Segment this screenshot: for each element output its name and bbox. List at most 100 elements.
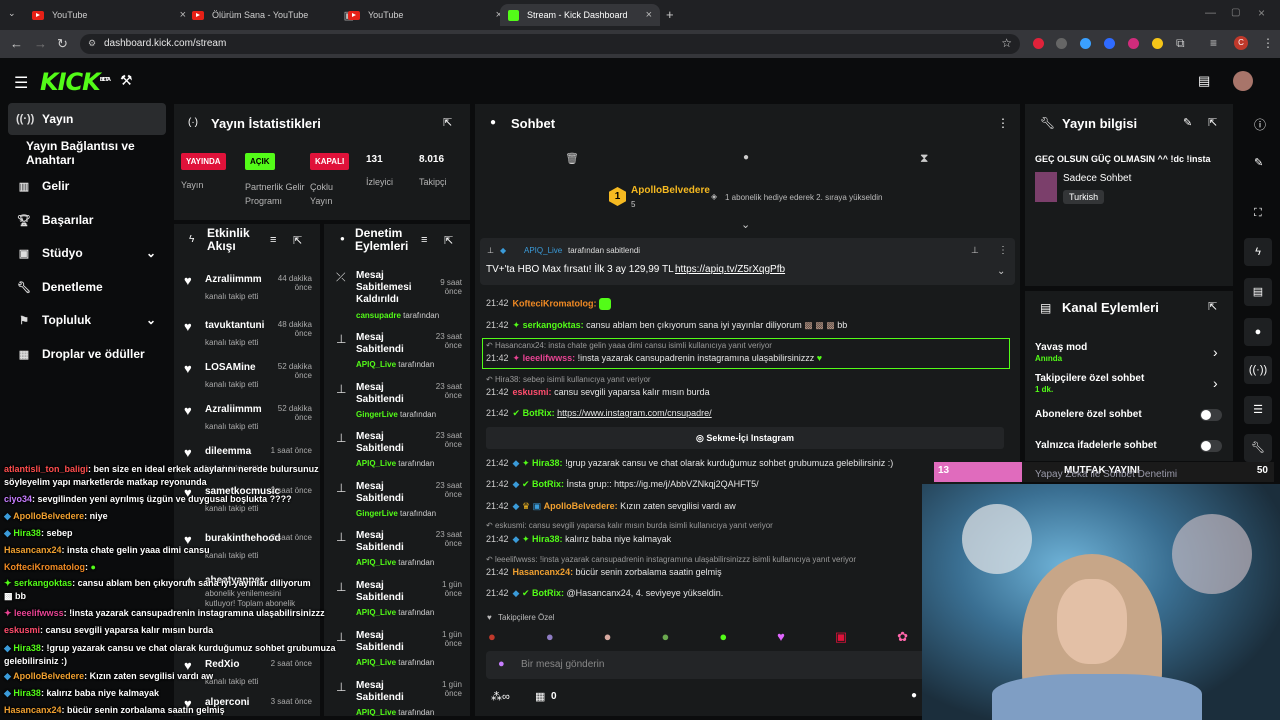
activity-username[interactable]: dileemma	[205, 446, 251, 457]
chat-bubble-icon[interactable]: ●	[743, 152, 749, 163]
sidebar-item-achievements[interactable]: 🏆︎ Başarılar	[8, 204, 166, 236]
bookmark-star-icon[interactable]: ☆	[1001, 36, 1012, 50]
edit-pencil-icon[interactable]: ✎	[1254, 156, 1263, 169]
edit-pencil-icon[interactable]: ✎	[1183, 116, 1192, 129]
pinned-menu-icon[interactable]: ⋮	[998, 245, 1008, 256]
message-user[interactable]: Hira38:	[532, 534, 563, 544]
popout-icon[interactable]: ⇱	[444, 234, 453, 247]
chevron-right-icon[interactable]: ›	[1213, 344, 1218, 360]
extension-icon[interactable]	[1152, 38, 1163, 49]
sidebar-item-stream-key[interactable]: Yayın Bağlantısı ve Anahtarı	[8, 137, 178, 169]
sidebar-item-moderation[interactable]: 🔧︎ Denetleme	[8, 271, 166, 303]
fullscreen-icon[interactable]: ⛶	[1254, 207, 1262, 220]
browser-tab-active[interactable]: Stream - Kick Dashboard ×	[500, 4, 660, 26]
top-gifter-name[interactable]: ApolloBelvedere	[631, 185, 710, 196]
filter-icon[interactable]: ≡	[270, 234, 276, 246]
mod-user[interactable]: APIQ_Live	[356, 360, 396, 369]
sidebar-item-studio[interactable]: ▣ Stüdyo ⌄	[8, 237, 166, 269]
message-user[interactable]: Hasancanx24:	[513, 567, 574, 577]
message-user[interactable]: BotRix:	[532, 588, 564, 598]
quick-action-button[interactable]: ☰	[1244, 396, 1272, 424]
chevron-down-icon[interactable]: ⌄	[997, 266, 1005, 277]
mod-user[interactable]: APIQ_Live	[356, 558, 396, 567]
activity-username[interactable]: Azraliimmm	[205, 404, 262, 415]
media-controls-icon[interactable]: ≡	[1210, 36, 1217, 50]
chevron-right-icon[interactable]: ›	[1213, 375, 1218, 391]
message-user[interactable]: KofteciKromatolog:	[513, 298, 597, 308]
mod-user[interactable]: GingerLive	[356, 509, 398, 518]
site-info-icon[interactable]: ⚙	[88, 38, 96, 49]
mod-user[interactable]: APIQ_Live	[356, 708, 396, 716]
back-icon[interactable]: ←	[10, 36, 23, 51]
reload-icon[interactable]: ↻	[57, 36, 68, 52]
activity-username[interactable]: tavuktantuni	[205, 320, 264, 331]
unpin-icon[interactable]: ⊥	[971, 245, 979, 256]
new-tab-icon[interactable]: +	[666, 7, 674, 22]
gift-icon[interactable]: ▦	[535, 690, 545, 703]
emote-icon[interactable]: ●	[488, 629, 496, 645]
activity-username[interactable]: Azraliimmm	[205, 274, 262, 285]
extensions-puzzle-icon[interactable]: ⧉	[1176, 36, 1185, 51]
trash-icon[interactable]: 🗑︎	[565, 152, 579, 165]
message-user[interactable]: serkangoktas:	[523, 320, 584, 330]
user-avatar[interactable]	[1233, 71, 1253, 91]
window-close-icon[interactable]: ×	[1258, 6, 1265, 20]
channel-points-icon[interactable]: ⁂∞	[491, 690, 510, 703]
message-user[interactable]: eskusmi:	[513, 387, 552, 397]
message-user[interactable]: BotRix:	[523, 408, 555, 418]
browser-tab[interactable]: YouTube ×	[340, 4, 510, 26]
mod-user[interactable]: APIQ_Live	[356, 459, 396, 468]
quick-action-button[interactable]: ((·))	[1244, 356, 1272, 384]
popout-icon[interactable]: ⇱	[1208, 116, 1217, 129]
kick-logo[interactable]: KICKBETA	[40, 68, 111, 96]
mod-user[interactable]: APIQ_Live	[356, 658, 396, 667]
quick-action-button[interactable]: ▤	[1244, 278, 1272, 306]
message-user[interactable]: ApolloBelvedere:	[544, 501, 618, 511]
chat-settings-icon[interactable]: ●	[911, 690, 917, 701]
filter-icon[interactable]: ≡	[421, 234, 427, 246]
sidebar-item-community[interactable]: ⚑ Topluluk ⌄	[8, 304, 166, 336]
extension-icon[interactable]	[1033, 38, 1044, 49]
maximize-icon[interactable]: ▢	[1231, 7, 1240, 18]
creator-panel-icon[interactable]: ▤	[1198, 73, 1210, 89]
stream-category[interactable]: Sadece Sohbet	[1063, 173, 1131, 184]
pinned-link[interactable]: https://apiq.tv/Z5rXqgPfb	[675, 264, 785, 275]
pinned-by-user[interactable]: APIQ_Live	[524, 246, 562, 255]
popout-icon[interactable]: ⇱	[1208, 300, 1217, 313]
quick-action-button[interactable]: 🔧︎	[1244, 434, 1272, 462]
tab-search-icon[interactable]: ⌄	[8, 8, 16, 19]
emote-icon[interactable]: ✿	[897, 629, 908, 645]
emote-icon[interactable]: ▣	[835, 629, 847, 645]
forward-icon[interactable]: →	[34, 36, 47, 51]
mod-user[interactable]: cansupadre	[356, 311, 401, 320]
subscribers-only-toggle[interactable]	[1200, 409, 1222, 421]
extension-icon[interactable]	[1080, 38, 1091, 49]
hamburger-menu-icon[interactable]: ☰	[14, 73, 28, 93]
mod-user[interactable]: APIQ_Live	[356, 608, 396, 617]
close-tab-icon[interactable]: ×	[646, 9, 652, 21]
sidebar-item-revenue[interactable]: ▥ Gelir	[8, 170, 166, 202]
info-icon[interactable]: ⓘ	[1254, 116, 1266, 133]
message-user[interactable]: leeelifwwss:	[523, 353, 576, 363]
extension-icon[interactable]	[1104, 38, 1115, 49]
emote-icon[interactable]: ●	[604, 629, 612, 645]
popout-icon[interactable]: ⇱	[293, 234, 302, 247]
message-user[interactable]: BotRix:	[532, 479, 564, 489]
action-label[interactable]: Yavaş mod	[1035, 342, 1087, 353]
extension-icon[interactable]	[1056, 38, 1067, 49]
browser-menu-icon[interactable]: ⋮	[1262, 36, 1274, 50]
emote-icon[interactable]: ●	[661, 629, 669, 645]
action-label[interactable]: Takipçilere özel sohbet	[1035, 373, 1144, 384]
minimize-icon[interactable]: —	[1205, 7, 1216, 19]
popout-icon[interactable]: ⇱	[443, 116, 452, 129]
sidebar-item-drops[interactable]: ▦ Droplar ve ödüller	[8, 338, 178, 370]
browser-tab[interactable]: Ölürüm Sana - YouTube ▣	[184, 4, 354, 26]
browser-tab[interactable]: YouTube ×	[24, 4, 194, 26]
chat-menu-icon[interactable]: ⋮	[997, 116, 1009, 130]
mod-user[interactable]: GingerLive	[356, 410, 398, 419]
instagram-tab-button[interactable]: ◎ Sekme-İçi Instagram	[486, 427, 1004, 449]
emote-icon[interactable]: ●	[546, 629, 554, 645]
message-link[interactable]: https://www.instagram.com/cnsupadre/	[557, 408, 712, 418]
quick-action-button[interactable]: ϟ	[1244, 238, 1272, 266]
hourglass-icon[interactable]: ⧗	[920, 151, 928, 166]
